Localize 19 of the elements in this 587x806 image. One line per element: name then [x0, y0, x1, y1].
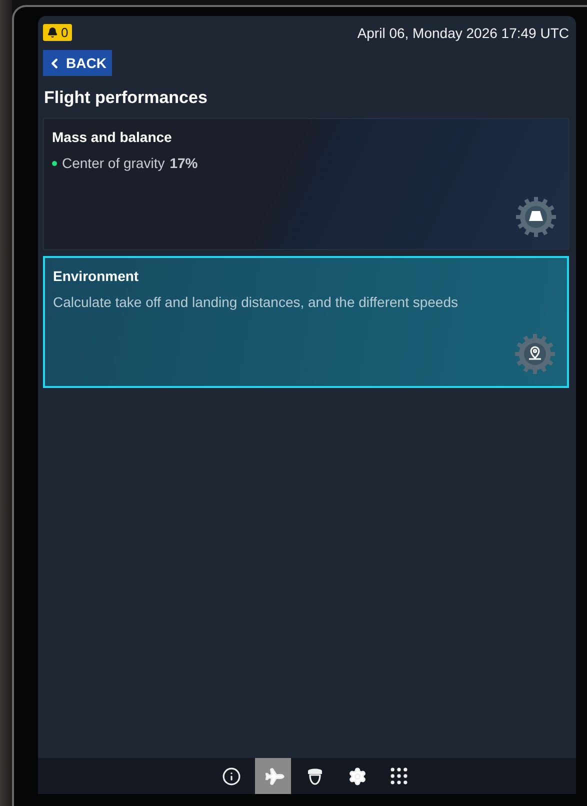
back-button[interactable]: BACK	[43, 50, 112, 76]
info-icon	[222, 766, 240, 786]
apps-icon	[388, 765, 410, 787]
status-value: 17%	[170, 155, 198, 171]
bell-icon	[47, 27, 58, 38]
feature-card[interactable]: Environment Calculate take off and landing distances, and the different speeds	[43, 256, 569, 388]
page-title: Flight performances	[44, 88, 208, 108]
location-gear-icon	[515, 334, 555, 374]
status-label: Center of gravity	[62, 155, 165, 171]
card-description: Calculate take off and landing distances, and the different speeds	[53, 294, 459, 310]
pilot-icon	[307, 767, 323, 785]
feature-card[interactable]: Mass and balance Center of gravity 17%	[43, 118, 569, 250]
card-title: Environment	[53, 268, 140, 284]
card-title: Mass and balance	[52, 129, 173, 145]
settings-icon	[348, 766, 366, 786]
alert-count-badge[interactable]: 0	[43, 24, 72, 41]
alert-count: 0	[61, 25, 68, 40]
weight-gear-icon	[516, 197, 556, 237]
date-time: April 06, Monday 2026 17:49 UTC	[357, 24, 569, 40]
